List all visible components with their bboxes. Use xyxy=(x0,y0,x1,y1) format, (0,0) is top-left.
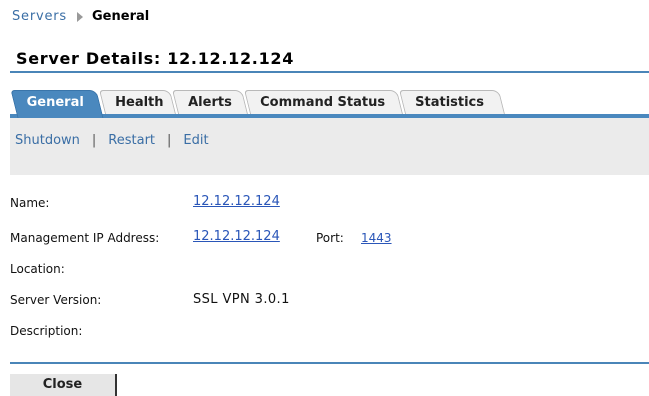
tab-command-status[interactable]: Command Status xyxy=(244,90,403,114)
management-ip-link[interactable]: 12.12.12.124 xyxy=(193,229,280,244)
server-version-label: Server Version: xyxy=(10,293,102,307)
description-label: Description: xyxy=(10,324,83,338)
tab-statistics[interactable]: Statistics xyxy=(399,90,505,114)
action-bar: Shutdown | Restart | Edit xyxy=(10,118,649,175)
management-ip-label: Management IP Address: xyxy=(10,231,160,245)
tab-health[interactable]: Health xyxy=(99,90,176,114)
tab-statistics-label: Statistics xyxy=(415,95,484,110)
port-value-link[interactable]: 1443 xyxy=(361,231,392,245)
port-label: Port: xyxy=(316,231,344,245)
breadcrumb-servers-link[interactable]: Servers xyxy=(12,9,67,24)
name-value-link[interactable]: 12.12.12.124 xyxy=(193,194,280,209)
tab-general[interactable]: General xyxy=(10,90,104,118)
tab-bar: General Health Alerts Command Status Sta… xyxy=(10,90,649,118)
tab-command-status-label: Command Status xyxy=(260,95,386,110)
action-separator: | xyxy=(91,133,97,148)
tab-underline xyxy=(10,114,649,118)
title-divider xyxy=(10,71,649,73)
breadcrumb: Servers General xyxy=(12,9,149,24)
tab-health-label: Health xyxy=(115,95,164,110)
location-label: Location: xyxy=(10,262,65,276)
restart-link[interactable]: Restart xyxy=(108,133,155,148)
tab-alerts-label: Alerts xyxy=(188,95,232,110)
server-version-value: SSL VPN 3.0.1 xyxy=(193,292,290,307)
close-button[interactable]: Close xyxy=(10,374,117,396)
footer-divider xyxy=(10,362,649,364)
shutdown-link[interactable]: Shutdown xyxy=(15,133,80,148)
breadcrumb-arrow-icon xyxy=(77,11,84,22)
edit-link[interactable]: Edit xyxy=(183,133,208,148)
breadcrumb-current: General xyxy=(92,9,150,24)
page-title: Server Details: 12.12.12.124 xyxy=(16,49,295,68)
name-label: Name: xyxy=(10,196,50,210)
tab-general-label: General xyxy=(26,95,84,110)
tab-alerts[interactable]: Alerts xyxy=(172,90,248,114)
action-separator: | xyxy=(167,133,172,148)
